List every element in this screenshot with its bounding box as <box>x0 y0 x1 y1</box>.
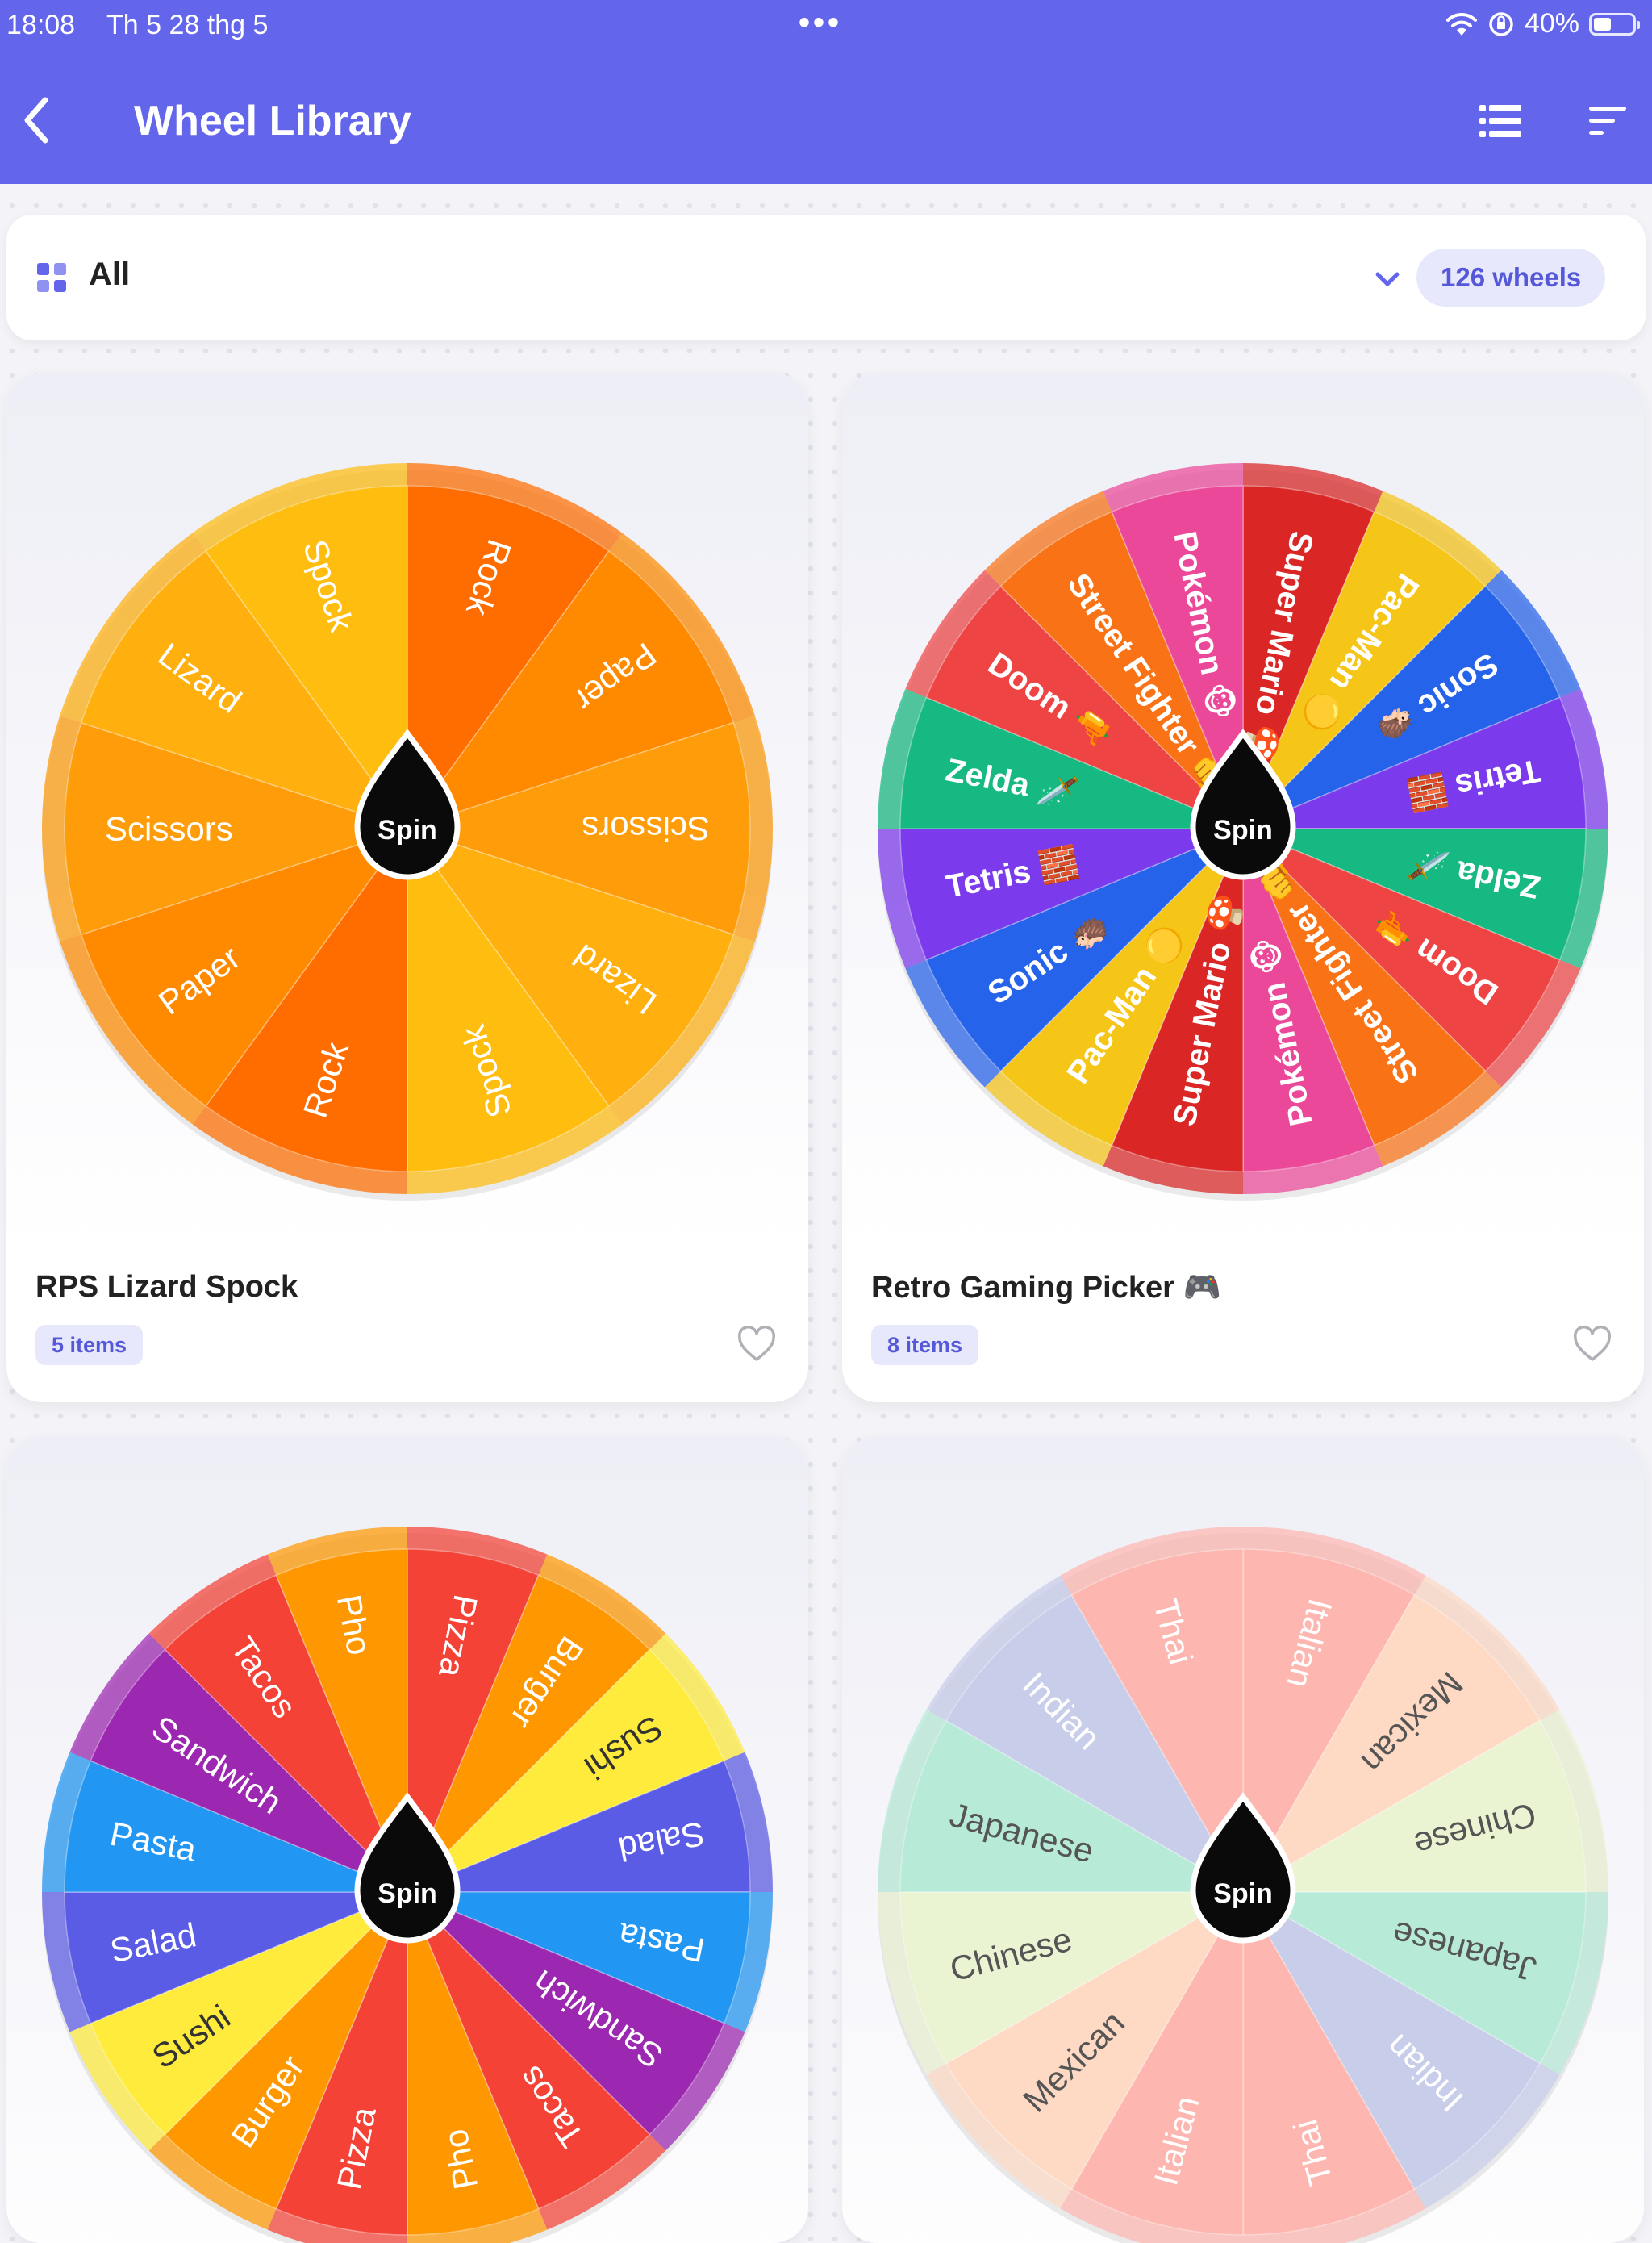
item-count-badge: 8 items <box>871 1325 979 1365</box>
heart-icon[interactable] <box>736 1323 778 1365</box>
heart-icon[interactable] <box>1571 1323 1613 1365</box>
wheel-segment-label: Scissors <box>105 810 233 848</box>
battery-icon <box>1589 12 1640 36</box>
sort-icon[interactable] <box>1581 100 1633 142</box>
status-date: Th 5 28 thg 5 <box>106 10 269 40</box>
chevron-down-icon[interactable] <box>1370 263 1405 295</box>
back-chevron-icon[interactable] <box>13 92 61 148</box>
grid-icon <box>37 263 66 292</box>
status-time: 18:08 <box>6 10 76 40</box>
status-indicators: 40% <box>1446 8 1640 40</box>
wheel-preview[interactable]: Pizza BurgerSushiSaladPastaSandwichTacosP… <box>42 1527 773 2243</box>
wheel-title: Retro Gaming Picker 🎮 <box>871 1271 1221 1305</box>
list-view-icon[interactable] <box>1475 100 1526 142</box>
wheel-preview[interactable]: ItalianMexicanChineseJapaneseIndianThaiI… <box>878 1527 1608 2243</box>
orientation-lock-icon <box>1489 11 1513 36</box>
wheel-card[interactable]: Italian Mexican Chinese Japanese Indian Thai I… <box>842 1436 1644 2243</box>
wheel-card[interactable]: Rock Paper Scissors Lizard Spock Rock Paper Sci… <box>6 373 808 1402</box>
wifi-icon <box>1446 12 1477 36</box>
top-bar: 18:08 Th 5 28 thg 5 ••• 40% Wheel Librar… <box>0 0 1652 184</box>
spin-label: Spin <box>1213 1878 1273 1909</box>
page-title: Wheel Library <box>134 98 411 144</box>
wheel-segment-label: Scissors <box>582 810 710 848</box>
wheel-title: RPS Lizard Spock <box>35 1270 298 1304</box>
category-label: All <box>89 257 131 292</box>
spin-label: Spin <box>1213 815 1273 846</box>
wheel-preview[interactable]: RockPaperScissorsLizardSpockRockPaperSci… <box>41 463 773 1201</box>
wheel-card[interactable]: Pizza Burger Sushi Salad Pasta Sandwich Tacos P… <box>6 1436 808 2243</box>
wheel-count-badge: 126 wheels <box>1416 249 1606 307</box>
category-filter-bar[interactable]: All 126 wheels <box>6 215 1646 340</box>
wheel-card[interactable]: Super Mario 🍄 Pac-Man 🟡 Sonic 🦔 Tetris 🧱 Zel… <box>842 373 1644 1402</box>
spin-label: Spin <box>378 815 437 846</box>
item-count-badge: 5 items <box>35 1325 144 1365</box>
multitasking-dots-icon[interactable]: ••• <box>799 5 842 41</box>
battery-percentage: 40% <box>1524 8 1579 39</box>
wheel-preview[interactable]: Super Mario 🍄Pac-Man 🟡Sonic 🦔Tetris 🧱Zel… <box>878 463 1608 1201</box>
spin-label: Spin <box>378 1878 437 1909</box>
